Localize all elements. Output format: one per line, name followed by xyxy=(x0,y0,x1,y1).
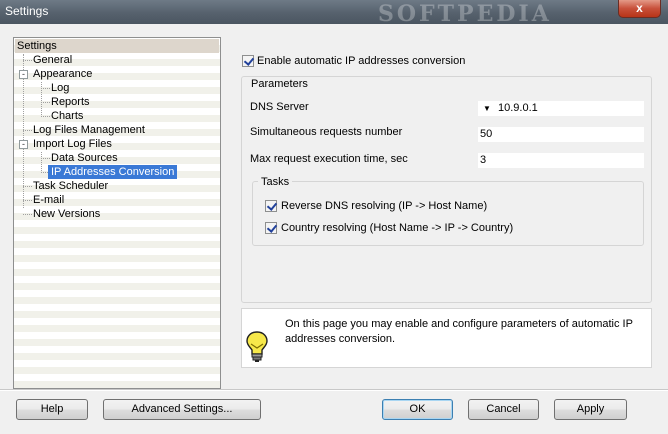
help-text: On this page you may enable and configur… xyxy=(285,318,633,345)
tree-line xyxy=(41,102,50,103)
max-execution-time-label: Max request execution time, sec xyxy=(250,153,408,165)
apply-button[interactable]: Apply xyxy=(554,399,627,420)
tasks-group xyxy=(252,181,644,246)
enable-conversion-checkbox[interactable] xyxy=(242,55,254,67)
tree-item-log-files-management[interactable]: Log Files Management xyxy=(33,123,145,137)
window-title: Settings xyxy=(5,4,49,18)
simultaneous-requests-label: Simultaneous requests number xyxy=(250,126,403,138)
dns-server-label: DNS Server xyxy=(250,101,309,113)
help-button[interactable]: Help xyxy=(16,399,88,420)
tasks-title: Tasks xyxy=(258,176,293,188)
tree-item-general[interactable]: General xyxy=(33,53,72,67)
tree-item-ip-addresses-conversion[interactable]: IP Addresses Conversion xyxy=(48,165,178,179)
reverse-dns-checkbox[interactable] xyxy=(265,200,277,212)
parameters-title: Parameters xyxy=(248,78,311,90)
collapse-icon[interactable]: - xyxy=(19,70,28,79)
enable-conversion-label: Enable automatic IP addresses conversion xyxy=(257,55,466,67)
title-bar: Settings SOFTPEDIA x xyxy=(0,0,668,27)
tree-item-reports[interactable]: Reports xyxy=(51,95,90,109)
tree-item-appearance[interactable]: Appearance xyxy=(33,67,92,81)
tree-line xyxy=(23,214,32,215)
simultaneous-requests-value: 50 xyxy=(480,128,493,140)
tree-line xyxy=(41,116,50,117)
tree-line xyxy=(41,158,50,159)
country-resolving-label: Country resolving (Host Name -> IP -> Co… xyxy=(281,222,514,234)
button-bar-separator xyxy=(0,389,668,391)
tree-line xyxy=(23,200,32,201)
tree-line xyxy=(41,152,42,173)
tree-item-new-versions[interactable]: New Versions xyxy=(33,207,100,221)
simultaneous-requests-input[interactable]: 50 xyxy=(478,127,644,142)
tree-line xyxy=(41,88,50,89)
tree-item-email[interactable]: E-mail xyxy=(33,193,64,207)
dns-server-dropdown[interactable]: ▼ 10.9.0.1 xyxy=(478,101,644,116)
settings-tree[interactable]: Settings General - Appearance Log Report… xyxy=(13,37,221,389)
tree-line xyxy=(23,60,32,61)
tree-item-log[interactable]: Log xyxy=(51,81,69,95)
advanced-settings-button[interactable]: Advanced Settings... xyxy=(103,399,261,420)
close-icon: x xyxy=(636,1,643,15)
cancel-button[interactable]: Cancel xyxy=(468,399,539,420)
tree-item-charts[interactable]: Charts xyxy=(51,109,83,123)
dns-server-value: 10.9.0.1 xyxy=(498,102,538,114)
watermark-logo: SOFTPEDIA xyxy=(378,1,552,27)
tree-line xyxy=(23,130,32,131)
tree-item-task-scheduler[interactable]: Task Scheduler xyxy=(33,179,108,193)
dropdown-arrow-icon: ▼ xyxy=(483,104,491,113)
tree-item-data-sources[interactable]: Data Sources xyxy=(51,151,118,165)
close-button[interactable]: x xyxy=(618,0,661,18)
lightbulb-icon xyxy=(246,331,268,362)
ok-button[interactable]: OK xyxy=(382,399,453,420)
tree-item-import-log-files[interactable]: Import Log Files xyxy=(33,137,112,151)
reverse-dns-label: Reverse DNS resolving (IP -> Host Name) xyxy=(281,200,488,212)
max-execution-time-input[interactable]: 3 xyxy=(478,153,644,168)
tree-line xyxy=(23,186,32,187)
country-resolving-checkbox[interactable] xyxy=(265,222,277,234)
max-execution-time-value: 3 xyxy=(480,154,487,166)
help-panel: On this page you may enable and configur… xyxy=(241,308,652,368)
tree-root-settings[interactable]: Settings xyxy=(15,39,219,53)
collapse-icon[interactable]: - xyxy=(19,140,28,149)
